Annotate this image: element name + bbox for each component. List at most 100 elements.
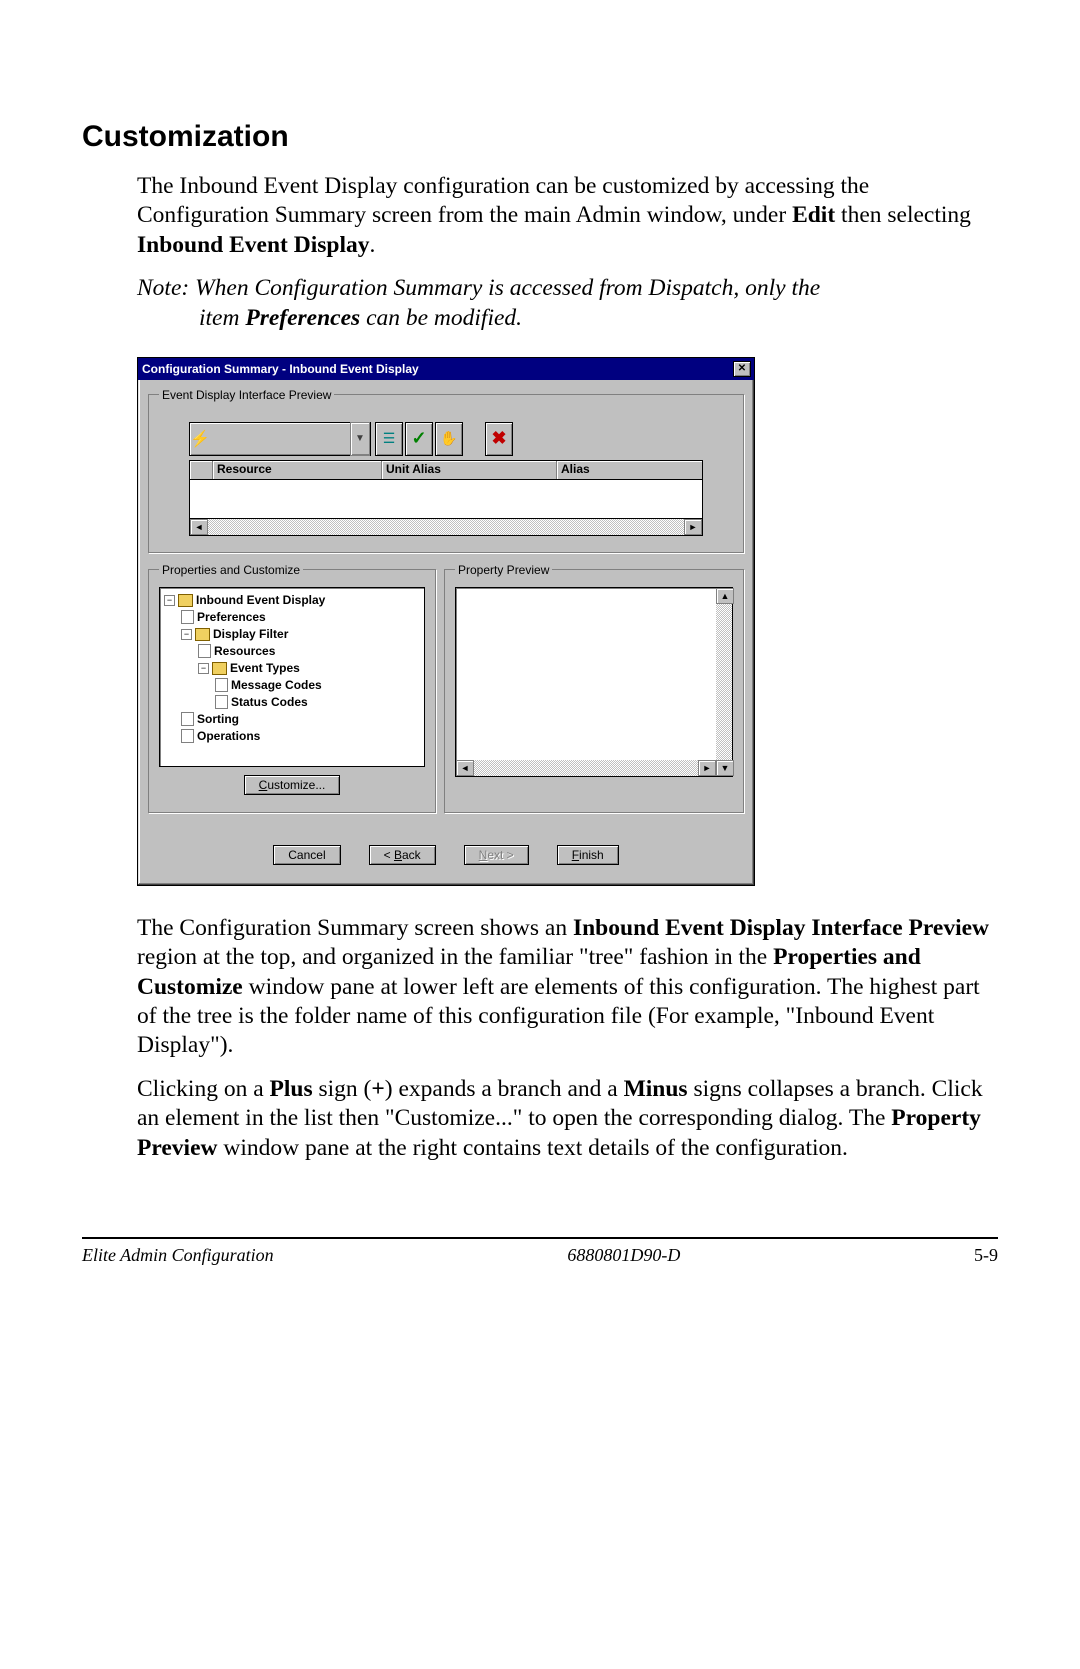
hand-button[interactable]: ✋ [435, 422, 463, 456]
tree-root[interactable]: −Inbound Event Display [164, 592, 420, 609]
hand-icon: ✋ [440, 430, 457, 447]
scroll-left-icon[interactable]: ◄ [190, 519, 208, 535]
footer-right: 5-9 [974, 1245, 998, 1266]
document-icon [198, 644, 211, 658]
text: can be modified. [360, 305, 522, 331]
scroll-track[interactable] [208, 519, 684, 535]
tree-label: Preferences [197, 610, 266, 624]
tree-label: Display Filter [213, 627, 288, 641]
document-icon [181, 729, 194, 743]
document-icon [215, 678, 228, 692]
grid-body [189, 480, 703, 519]
dropdown-arrow-icon: ▼ [350, 422, 370, 456]
tree-status-codes[interactable]: Status Codes [164, 694, 420, 711]
property-preview-box: ◄ ► ▲ ▼ [455, 587, 733, 777]
close-button[interactable]: ✕ [733, 361, 751, 377]
edit-bold: Edit [792, 202, 835, 228]
scroll-right-icon[interactable]: ► [698, 760, 716, 776]
grid-col-resource[interactable]: Resource [213, 461, 382, 479]
tree-display-filter[interactable]: −Display Filter [164, 626, 420, 643]
page-footer: Elite Admin Configuration 6880801D90-D 5… [0, 1239, 1080, 1306]
text: sign ( [313, 1076, 372, 1102]
pp-hscroll[interactable]: ◄ ► [456, 760, 716, 776]
tree-label: Inbound Event Display [196, 593, 325, 607]
text: ) expands a branch and a [385, 1076, 624, 1102]
footer-mid: 6880801D90-D [567, 1245, 680, 1266]
scroll-right-icon[interactable]: ► [684, 519, 702, 535]
dialog-titlebar: Configuration Summary - Inbound Event Di… [138, 358, 754, 380]
scroll-left-icon[interactable]: ◄ [456, 760, 474, 776]
text: ustomize... [267, 778, 325, 792]
delete-button[interactable]: ✖ [485, 422, 513, 456]
properties-legend: Properties and Customize [159, 563, 303, 577]
resource-dropdown[interactable]: ⚡ ▼ [189, 422, 371, 456]
tree-sorting[interactable]: Sorting [164, 711, 420, 728]
text: Note: When Configuration Summary is acce… [137, 275, 820, 301]
back-button[interactable]: < Back [369, 845, 436, 865]
text: window pane at the right contains text d… [217, 1135, 847, 1161]
scroll-track[interactable] [474, 760, 698, 776]
text: C [259, 778, 268, 792]
tree-label: Sorting [197, 712, 239, 726]
tree-label: Status Codes [231, 695, 308, 709]
close-icon: ✕ [738, 363, 746, 374]
tree-label: Resources [214, 644, 275, 658]
tree-label: Event Types [230, 661, 300, 675]
text-bold: Minus [624, 1076, 688, 1102]
dialog-button-row: Cancel < Back Next > Finish [148, 823, 744, 875]
text-bold: + [371, 1076, 384, 1102]
text: window pane at lower left are elements o… [137, 974, 980, 1059]
grid-col-blank[interactable] [190, 461, 213, 479]
cancel-button[interactable]: Cancel [273, 845, 340, 865]
document-icon [181, 610, 194, 624]
check-button[interactable]: ✓ [405, 422, 433, 456]
text: region at the top, and organized in the … [137, 944, 773, 970]
folder-icon [195, 628, 210, 641]
footer-left: Elite Admin Configuration [82, 1245, 274, 1266]
properties-tree[interactable]: −Inbound Event Display Preferences −Disp… [159, 587, 425, 767]
folder-icon [212, 662, 227, 675]
scroll-up-icon[interactable]: ▲ [716, 588, 734, 604]
tree-preferences[interactable]: Preferences [164, 609, 420, 626]
grid-col-unit-alias[interactable]: Unit Alias [382, 461, 557, 479]
property-preview-content [456, 588, 716, 760]
tree-resources[interactable]: Resources [164, 643, 420, 660]
grid-hscroll[interactable]: ◄ ► [189, 519, 703, 536]
next-button: Next > [464, 845, 529, 865]
finish-button[interactable]: Finish [557, 845, 619, 865]
config-summary-dialog: Configuration Summary - Inbound Event Di… [137, 357, 755, 886]
customize-button[interactable]: Customize... [244, 775, 341, 795]
intro-paragraph: The Inbound Event Display configuration … [137, 172, 998, 260]
text: . [370, 232, 376, 258]
text: then selecting [835, 202, 971, 228]
preview-fieldset: Event Display Interface Preview ⚡ ▼ ☰ ✓ … [148, 388, 744, 553]
list-button[interactable]: ☰ [375, 422, 403, 456]
property-preview-legend: Property Preview [455, 563, 552, 577]
tree-message-codes[interactable]: Message Codes [164, 677, 420, 694]
property-preview-fieldset: Property Preview ◄ ► [444, 563, 744, 813]
tree-event-types[interactable]: −Event Types [164, 660, 420, 677]
text-bold: Inbound Event Display Interface Preview [573, 915, 989, 941]
ied-bold: Inbound Event Display [137, 232, 370, 258]
properties-fieldset: Properties and Customize −Inbound Event … [148, 563, 436, 813]
scroll-down-icon[interactable]: ▼ [716, 760, 734, 776]
text: ack [402, 848, 421, 862]
tree-operations[interactable]: Operations [164, 728, 420, 745]
dialog-title: Configuration Summary - Inbound Event Di… [142, 362, 419, 376]
list-icon: ☰ [383, 430, 396, 447]
text: The Inbound Event Display configuration … [137, 173, 869, 228]
section-heading: Customization [82, 120, 998, 154]
after-dialog-paragraph-2: Clicking on a Plus sign (+) expands a br… [137, 1075, 998, 1163]
check-icon: ✓ [411, 428, 426, 449]
preview-legend: Event Display Interface Preview [159, 388, 334, 402]
grid-col-alias[interactable]: Alias [557, 461, 702, 479]
pp-vscroll[interactable]: ▲ ▼ [716, 588, 732, 776]
scroll-track[interactable] [716, 604, 732, 760]
after-dialog-paragraph-1: The Configuration Summary screen shows a… [137, 914, 998, 1061]
preview-toolbar: ⚡ ▼ ☰ ✓ ✋ ✖ [189, 422, 703, 456]
document-icon [181, 712, 194, 726]
x-icon: ✖ [491, 428, 506, 449]
tree-label: Operations [197, 729, 260, 743]
text: B [394, 848, 402, 862]
text: F [572, 848, 579, 862]
